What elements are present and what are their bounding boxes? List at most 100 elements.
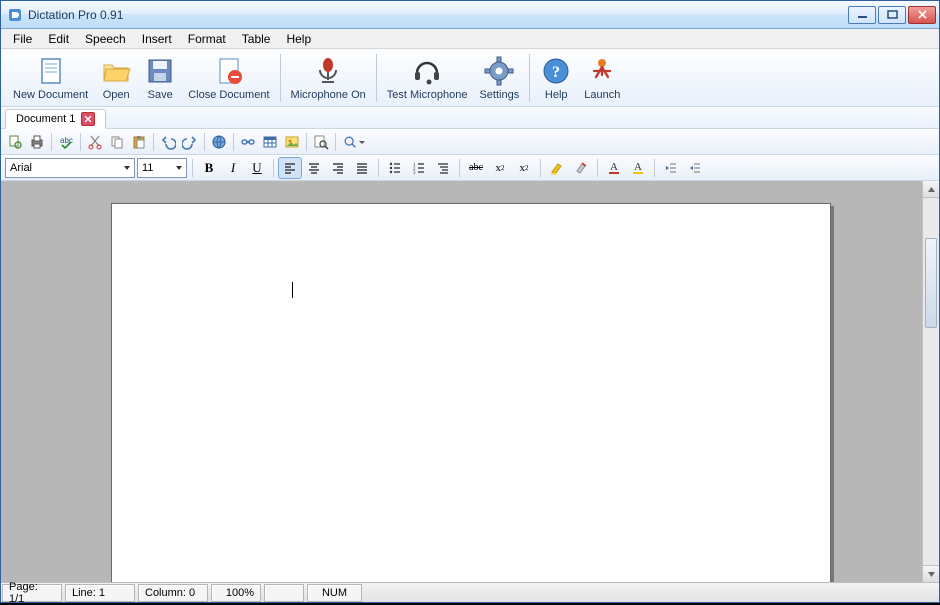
toolbar-separator <box>192 159 193 177</box>
italic-button[interactable]: I <box>222 158 244 178</box>
svg-text:3: 3 <box>413 171 416 175</box>
print-preview-button[interactable] <box>5 132 25 152</box>
launch-person-icon <box>586 55 618 87</box>
new-document-button[interactable]: New Document <box>7 51 94 105</box>
toolbar-separator <box>335 133 336 151</box>
document-tab[interactable]: Document 1 <box>5 109 106 129</box>
status-zoom: 100% <box>211 584 261 602</box>
app-window: Dictation Pro 0.91 File Edit Speech Inse… <box>0 0 940 603</box>
ribbon-toolbar: New Document Open Save Close Document Mi… <box>1 49 939 107</box>
document-tab-strip: Document 1 <box>1 107 939 129</box>
multilevel-list-button[interactable] <box>432 158 454 178</box>
close-button[interactable] <box>908 6 936 24</box>
bullet-list-button[interactable] <box>384 158 406 178</box>
font-family-select[interactable]: Arial <box>5 158 135 178</box>
secondary-toolbar: abc <box>1 129 939 155</box>
scroll-down-button[interactable] <box>923 565 939 582</box>
menu-help[interactable]: Help <box>278 30 319 48</box>
insert-link-button[interactable] <box>238 132 258 152</box>
document-page[interactable] <box>111 203 831 582</box>
align-justify-button[interactable] <box>351 158 373 178</box>
scrollbar-thumb[interactable] <box>925 238 937 328</box>
ribbon-separator <box>280 54 281 102</box>
toolbar-separator <box>153 133 154 151</box>
status-column: Column: 0 <box>138 584 208 602</box>
toolbar-separator <box>233 133 234 151</box>
open-button[interactable]: Open <box>94 51 138 105</box>
insert-image-button[interactable] <box>282 132 302 152</box>
status-numlock: NUM <box>307 584 362 602</box>
menu-table[interactable]: Table <box>234 30 279 48</box>
highlight-color-button[interactable]: A <box>627 158 649 178</box>
document-viewport[interactable] <box>1 181 922 582</box>
toolbar-separator <box>51 133 52 151</box>
maximize-button[interactable] <box>878 6 906 24</box>
toolbar-separator <box>273 159 274 177</box>
menu-file[interactable]: File <box>5 30 40 48</box>
number-list-button[interactable]: 123 <box>408 158 430 178</box>
menu-edit[interactable]: Edit <box>40 30 77 48</box>
subscript-button[interactable]: x2 <box>489 158 511 178</box>
decrease-indent-button[interactable] <box>660 158 682 178</box>
increase-indent-button[interactable] <box>684 158 706 178</box>
redo-button[interactable] <box>180 132 200 152</box>
app-icon <box>7 7 23 23</box>
paste-button[interactable] <box>129 132 149 152</box>
ribbon-separator <box>529 54 530 102</box>
status-line: Line: 1 <box>65 584 135 602</box>
microphone-on-button[interactable]: Microphone On <box>285 51 372 105</box>
new-document-icon <box>35 55 67 87</box>
align-right-button[interactable] <box>327 158 349 178</box>
svg-text:A: A <box>610 161 618 173</box>
ribbon-separator <box>376 54 377 102</box>
print-button[interactable] <box>27 132 47 152</box>
status-bar: Page: 1/1 Line: 1 Column: 0 100% NUM <box>1 582 939 602</box>
highlight-button[interactable] <box>546 158 568 178</box>
toolbar-separator <box>378 159 379 177</box>
undo-button[interactable] <box>158 132 178 152</box>
cut-button[interactable] <box>85 132 105 152</box>
superscript-button[interactable]: x2 <box>513 158 535 178</box>
window-controls <box>848 6 936 24</box>
chevron-down-icon <box>124 166 130 170</box>
help-button[interactable]: ? Help <box>534 51 578 105</box>
clear-formatting-button[interactable] <box>570 158 592 178</box>
align-center-button[interactable] <box>303 158 325 178</box>
close-document-icon <box>213 55 245 87</box>
zoom-dropdown[interactable] <box>340 132 368 152</box>
svg-text:abc: abc <box>60 136 73 145</box>
toolbar-separator <box>597 159 598 177</box>
toolbar-separator <box>459 159 460 177</box>
vertical-scrollbar[interactable] <box>922 181 939 582</box>
spellcheck-button[interactable]: abc <box>56 132 76 152</box>
insert-table-button[interactable] <box>260 132 280 152</box>
launch-button[interactable]: Launch <box>578 51 626 105</box>
bold-button[interactable]: B <box>198 158 220 178</box>
menu-insert[interactable]: Insert <box>134 30 180 48</box>
strikethrough-button[interactable]: abc <box>465 158 487 178</box>
save-button[interactable]: Save <box>138 51 182 105</box>
underline-button[interactable]: U <box>246 158 268 178</box>
font-color-button[interactable]: A <box>603 158 625 178</box>
toolbar-separator <box>204 133 205 151</box>
document-area <box>1 181 939 582</box>
align-left-button[interactable] <box>279 158 301 178</box>
menu-bar: File Edit Speech Insert Format Table Hel… <box>1 29 939 49</box>
scroll-up-button[interactable] <box>923 181 939 198</box>
font-size-select[interactable]: 11 <box>137 158 187 178</box>
svg-text:2: 2 <box>413 167 416 172</box>
minimize-button[interactable] <box>848 6 876 24</box>
chevron-down-icon <box>176 166 182 170</box>
menu-speech[interactable]: Speech <box>77 30 134 48</box>
find-button[interactable] <box>311 132 331 152</box>
scrollbar-track[interactable] <box>923 198 939 565</box>
menu-format[interactable]: Format <box>180 30 234 48</box>
settings-button[interactable]: Settings <box>473 51 525 105</box>
toolbar-separator <box>80 133 81 151</box>
close-document-button[interactable]: Close Document <box>182 51 275 105</box>
tab-close-button[interactable] <box>81 112 95 126</box>
copy-button[interactable] <box>107 132 127 152</box>
window-title: Dictation Pro 0.91 <box>28 8 848 22</box>
test-microphone-button[interactable]: Test Microphone <box>381 51 474 105</box>
hyperlink-button[interactable] <box>209 132 229 152</box>
